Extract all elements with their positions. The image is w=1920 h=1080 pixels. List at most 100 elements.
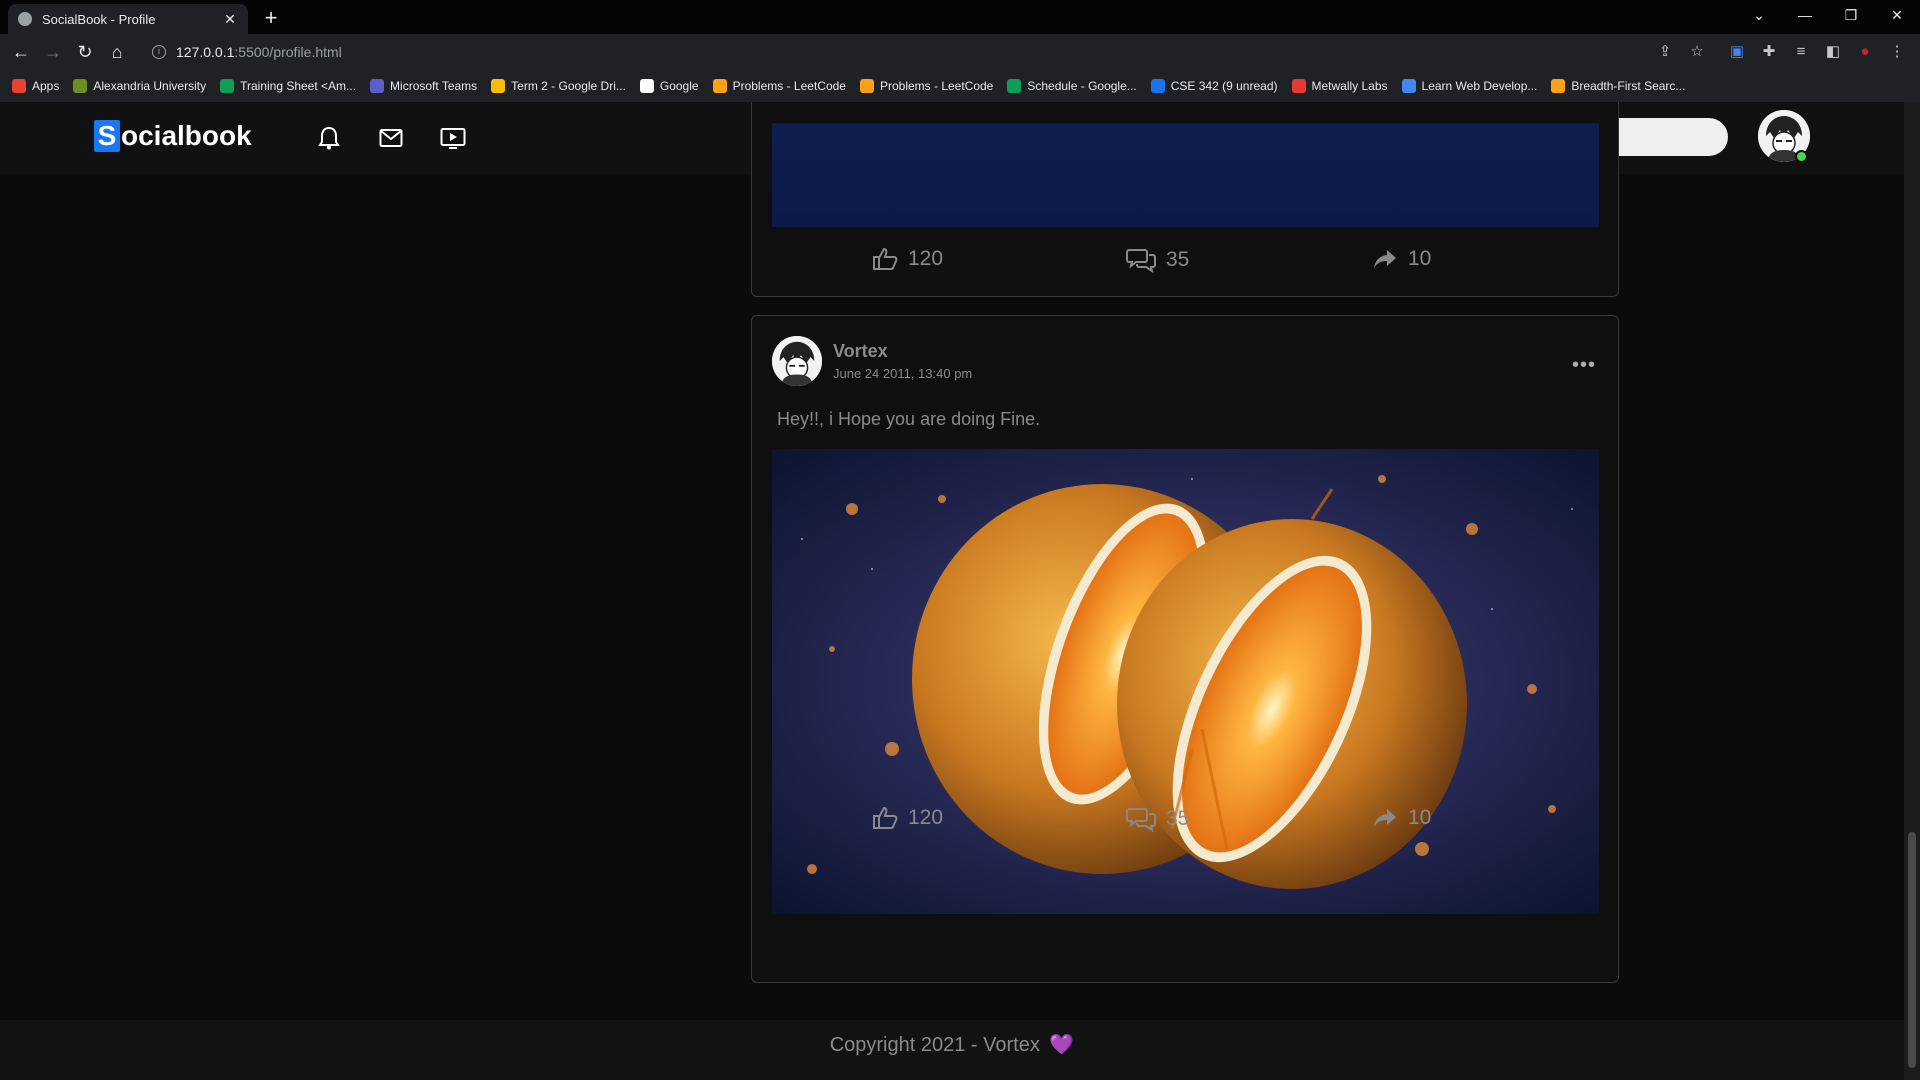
comment-button[interactable]: 35 xyxy=(1126,247,1189,273)
share-count: 10 xyxy=(1408,806,1432,829)
close-window-button[interactable]: ✕ xyxy=(1874,0,1920,30)
bookmark-favicon-icon xyxy=(712,79,727,93)
bookmark-item[interactable]: Problems - LeetCode xyxy=(859,79,994,93)
bookmark-label: Google xyxy=(659,79,699,93)
comment-button[interactable]: 35 xyxy=(1126,806,1189,832)
minimize-window-button[interactable]: — xyxy=(1782,0,1828,30)
back-icon[interactable]: ← xyxy=(8,40,34,64)
post-text: Hey!!, i Hope you are doing Fine. xyxy=(777,409,1041,429)
share-icon[interactable]: ⇪ xyxy=(1652,40,1678,64)
site-info-icon[interactable]: i xyxy=(152,45,166,59)
bookmark-favicon-icon xyxy=(1551,79,1566,93)
tab-search-icon[interactable]: ⌄ xyxy=(1736,0,1782,30)
browser-tab-strip: SocialBook - Profile ✕ + ⌄ — ❐ ✕ xyxy=(0,0,1920,34)
url-path: :5500/profile.html xyxy=(234,44,342,60)
bookmark-label: Microsoft Teams xyxy=(390,79,478,93)
forward-icon[interactable]: → xyxy=(40,40,66,64)
share-count: 10 xyxy=(1408,247,1432,270)
share-button[interactable]: 10 xyxy=(1372,247,1431,271)
page-viewport: S ocialbook 120 3 xyxy=(0,102,1920,1080)
notifications-bell-icon[interactable] xyxy=(315,124,343,152)
bookmark-label: Problems - LeetCode xyxy=(879,79,994,93)
reload-icon[interactable]: ↻ xyxy=(72,40,98,64)
bookmark-favicon-icon xyxy=(73,79,88,93)
profile-icon[interactable]: ● xyxy=(1852,40,1878,64)
bookmark-favicon-icon xyxy=(859,79,874,93)
bookmark-favicon-icon xyxy=(370,79,385,93)
home-icon[interactable]: ⌂ xyxy=(104,40,130,64)
post-author-avatar[interactable] xyxy=(772,336,822,386)
new-tab-button[interactable]: + xyxy=(258,6,284,30)
bookmark-item[interactable]: Microsoft Teams xyxy=(370,79,477,93)
bookmark-item[interactable]: Training Sheet <Am... xyxy=(220,79,356,93)
browser-toolbar: ← → ↻ ⌂ i 127.0.0.1:5500/profile.html ⇪ … xyxy=(0,34,1920,70)
video-play-icon[interactable] xyxy=(439,124,467,152)
logo-letter: S xyxy=(94,120,120,152)
bookmark-favicon-icon xyxy=(1291,79,1306,93)
comment-count: 35 xyxy=(1166,807,1190,830)
post-options-icon[interactable]: ••• xyxy=(1572,354,1596,377)
post-image[interactable] xyxy=(772,123,1599,227)
bookmark-label: CSE 342 (9 unread) xyxy=(1170,79,1278,93)
translate-extension-icon[interactable]: ▣ xyxy=(1724,40,1750,64)
post-card: 120 35 10 xyxy=(751,102,1619,297)
bookmark-item[interactable]: Metwally Labs xyxy=(1291,79,1388,93)
thumbs-up-icon xyxy=(873,247,898,270)
post-card: Vortex June 24 2011, 13:40 pm ••• Hey!!,… xyxy=(751,315,1619,983)
bookmark-label: Term 2 - Google Dri... xyxy=(511,79,626,93)
side-panel-icon[interactable]: ◧ xyxy=(1820,40,1846,64)
bookmark-item[interactable]: Breadth-First Searc... xyxy=(1551,79,1685,93)
like-button[interactable]: 120 xyxy=(872,247,943,271)
bookmark-label: Schedule - Google... xyxy=(1027,79,1137,93)
bookmark-label: Problems - LeetCode xyxy=(732,79,846,93)
page-scrollbar[interactable] xyxy=(1904,102,1920,1080)
comments-icon xyxy=(1126,249,1156,273)
url-host: 127.0.0.1 xyxy=(176,44,235,60)
browser-tab[interactable]: SocialBook - Profile ✕ xyxy=(8,4,248,34)
bookmark-label: Apps xyxy=(32,79,60,93)
extensions-puzzle-icon[interactable]: ✚ xyxy=(1756,40,1782,64)
bookmark-label: Alexandria University xyxy=(93,79,207,93)
restore-window-button[interactable]: ❐ xyxy=(1828,0,1874,30)
close-tab-icon[interactable]: ✕ xyxy=(222,11,238,28)
like-count: 120 xyxy=(908,247,944,270)
share-arrow-icon xyxy=(1374,809,1396,827)
address-bar[interactable]: i 127.0.0.1:5500/profile.html xyxy=(140,37,1700,67)
media-control-icon[interactable]: ≡ xyxy=(1788,40,1814,64)
bookmark-favicon-icon xyxy=(12,79,26,93)
share-button[interactable]: 10 xyxy=(1372,806,1431,830)
like-button[interactable]: 120 xyxy=(872,806,943,830)
bookmark-item[interactable]: Google xyxy=(639,79,699,93)
site-logo[interactable]: S ocialbook xyxy=(94,120,252,152)
share-arrow-icon xyxy=(1374,250,1396,268)
post-author-name[interactable]: Vortex xyxy=(833,341,972,362)
like-count: 120 xyxy=(908,806,944,829)
bookmark-item[interactable]: Learn Web Develop... xyxy=(1401,79,1538,93)
bookmark-favicon-icon xyxy=(1401,79,1416,93)
bookmark-item[interactable]: Alexandria University xyxy=(73,79,206,93)
bookmark-item[interactable]: Problems - LeetCode xyxy=(712,79,846,93)
bookmark-favicon-icon xyxy=(1007,79,1022,93)
scrollbar-thumb[interactable] xyxy=(1908,832,1916,1068)
bookmark-favicon-icon xyxy=(639,79,654,93)
post-date: June 24 2011, 13:40 pm xyxy=(833,366,973,381)
messages-mail-icon[interactable] xyxy=(377,124,405,152)
orange-planet-image[interactable] xyxy=(772,449,1599,914)
post-header: Vortex June 24 2011, 13:40 pm xyxy=(772,336,972,386)
bookmark-item[interactable]: Apps xyxy=(12,79,59,93)
bookmark-label: Learn Web Develop... xyxy=(1421,79,1538,93)
bookmark-item[interactable]: Term 2 - Google Dri... xyxy=(491,79,626,93)
bookmark-label: Metwally Labs xyxy=(1311,79,1388,93)
bookmark-item[interactable]: CSE 342 (9 unread) xyxy=(1150,79,1278,93)
bookmark-favicon-icon xyxy=(491,79,506,93)
tab-title: SocialBook - Profile xyxy=(42,11,156,27)
bookmark-favicon-icon xyxy=(1150,79,1165,93)
bookmarks-bar: Apps Alexandria University Training Sheet … xyxy=(0,70,1920,102)
browser-menu-icon[interactable]: ⋮ xyxy=(1884,40,1910,64)
site-footer: Copyright 2021 - Vortex 💜 xyxy=(0,1020,1904,1080)
bookmark-item[interactable]: Schedule - Google... xyxy=(1007,79,1137,93)
thumbs-up-icon xyxy=(873,806,898,829)
bookmark-star-icon[interactable]: ☆ xyxy=(1684,40,1710,64)
heart-icon: 💜 xyxy=(1049,1034,1075,1056)
copyright-text: Copyright 2021 - Vortex xyxy=(829,1034,1040,1056)
